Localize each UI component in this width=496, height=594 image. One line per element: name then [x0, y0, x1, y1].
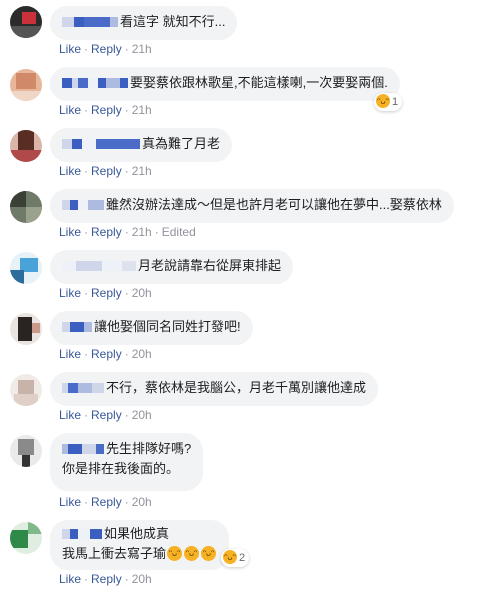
comment-text: 讓他娶個同名同姓打發吧!: [94, 319, 241, 334]
avatar[interactable]: [10, 130, 42, 162]
comment-actions: Like · Reply · 20h: [59, 495, 152, 509]
comment-bubble: 看這字 就知不行...: [50, 6, 238, 40]
comment-text: 不行，蔡依林是我腦公，月老千萬別讓他達成: [106, 380, 367, 395]
reaction-summary[interactable]: ᵔᴗᵔ 1: [374, 93, 403, 111]
rofl-emoji-icon: ᵔᴗᵔ: [201, 546, 217, 562]
reply-link[interactable]: Reply: [91, 347, 122, 361]
edited-label[interactable]: Edited: [162, 225, 196, 239]
comment-actions: Like · Reply · 21h: [59, 164, 152, 178]
comment-text: 先生排隊好嗎?: [106, 441, 192, 456]
like-link[interactable]: Like: [59, 286, 81, 300]
comment-bubble: 要娶蔡依跟林歌星,不能這樣喇,一次要娶兩個.: [50, 67, 400, 101]
comment-actions: Like · Reply · 20h: [59, 408, 152, 422]
avatar[interactable]: [10, 69, 42, 101]
avatar[interactable]: [10, 374, 42, 406]
like-link[interactable]: Like: [59, 42, 81, 56]
comment-text: 看這字 就知不行...: [120, 14, 226, 29]
like-link[interactable]: Like: [59, 572, 81, 586]
timestamp[interactable]: 20h: [132, 286, 152, 300]
comment-bubble: 月老說請靠右從屏東排起: [50, 250, 294, 284]
like-link[interactable]: Like: [59, 225, 81, 239]
timestamp[interactable]: 20h: [132, 347, 152, 361]
reply-link[interactable]: Reply: [91, 103, 122, 117]
reply-link[interactable]: Reply: [91, 286, 122, 300]
author-name[interactable]: [62, 528, 102, 539]
comment-bubble: 讓他娶個同名同姓打發吧!: [50, 311, 253, 345]
like-link[interactable]: Like: [59, 408, 81, 422]
comment-actions: Like · Reply · 21h: [59, 103, 152, 117]
comment-bubble: 如果他成真 我馬上衝去寫子瑜 ᵔᴗᵔ ᵔᴗᵔ ᵔᴗᵔ: [50, 520, 230, 570]
author-name[interactable]: [62, 16, 118, 27]
like-link[interactable]: Like: [59, 495, 81, 509]
reply-link[interactable]: Reply: [91, 225, 122, 239]
comment-text: 雖然沒辦法達成～但是也許月老可以讓他在夢中...娶蔡依林: [106, 197, 442, 212]
like-link[interactable]: Like: [59, 164, 81, 178]
reply-link[interactable]: Reply: [91, 164, 122, 178]
haha-emoji-icon: ᵔᴗᵔ: [223, 550, 237, 565]
author-name[interactable]: [62, 321, 92, 332]
comment-text: 真為難了月老: [142, 136, 221, 151]
timestamp[interactable]: 20h: [132, 495, 152, 509]
author-name[interactable]: [62, 443, 104, 454]
comment-actions: Like · Reply · 20h: [59, 347, 152, 361]
author-name[interactable]: [62, 260, 136, 271]
author-name[interactable]: [62, 382, 104, 393]
avatar[interactable]: [10, 191, 42, 223]
reaction-count: 1: [392, 96, 399, 108]
avatar[interactable]: [10, 6, 42, 38]
reply-link[interactable]: Reply: [91, 495, 122, 509]
comment-actions: Like · Reply · 21h: [59, 42, 152, 56]
timestamp[interactable]: 21h: [132, 42, 152, 56]
reply-link[interactable]: Reply: [91, 408, 122, 422]
comment-actions: Like · Reply · 21h · Edited: [59, 225, 196, 239]
avatar[interactable]: [10, 522, 42, 554]
avatar[interactable]: [10, 435, 42, 467]
reply-link[interactable]: Reply: [91, 42, 122, 56]
comment-text: 月老說請靠右從屏東排起: [138, 258, 282, 273]
comment-bubble: 雖然沒辦法達成～但是也許月老可以讓他在夢中...娶蔡依林: [50, 189, 454, 223]
like-link[interactable]: Like: [59, 347, 81, 361]
reply-link[interactable]: Reply: [91, 572, 122, 586]
rofl-emoji-icon: ᵔᴗᵔ: [167, 546, 183, 562]
reaction-count: 2: [239, 552, 246, 564]
timestamp[interactable]: 21h: [132, 164, 152, 178]
timestamp[interactable]: 20h: [132, 408, 152, 422]
comment-bubble: 真為難了月老: [50, 128, 233, 162]
comment-bubble: 先生排隊好嗎? 你是排在我後面的。: [50, 433, 204, 491]
timestamp[interactable]: 21h: [132, 103, 152, 117]
comment-text: 要娶蔡依跟林歌星,不能這樣喇,一次要娶兩個.: [130, 75, 388, 90]
haha-emoji-icon: ᵔᴗᵔ: [376, 94, 390, 109]
rofl-emoji-icon: ᵔᴗᵔ: [184, 546, 200, 562]
author-name[interactable]: [62, 199, 104, 210]
author-name[interactable]: [62, 77, 128, 88]
comment-text-line-2: 你是排在我後面的。: [62, 461, 180, 476]
comment-text: 如果他成真: [104, 526, 170, 541]
comment-actions: Like · Reply · 20h: [59, 286, 152, 300]
avatar[interactable]: [10, 313, 42, 345]
comment-bubble: 不行，蔡依林是我腦公，月老千萬別讓他達成: [50, 372, 379, 406]
timestamp[interactable]: 20h: [132, 572, 152, 586]
timestamp[interactable]: 21h: [132, 225, 152, 239]
comment-actions: Like · Reply · 20h: [59, 572, 152, 586]
reaction-summary[interactable]: ᵔᴗᵔ 2: [221, 549, 250, 567]
author-name[interactable]: [62, 138, 140, 149]
avatar[interactable]: [10, 252, 42, 284]
like-link[interactable]: Like: [59, 103, 81, 117]
comment-text-line-2: 我馬上衝去寫子瑜: [62, 546, 167, 561]
